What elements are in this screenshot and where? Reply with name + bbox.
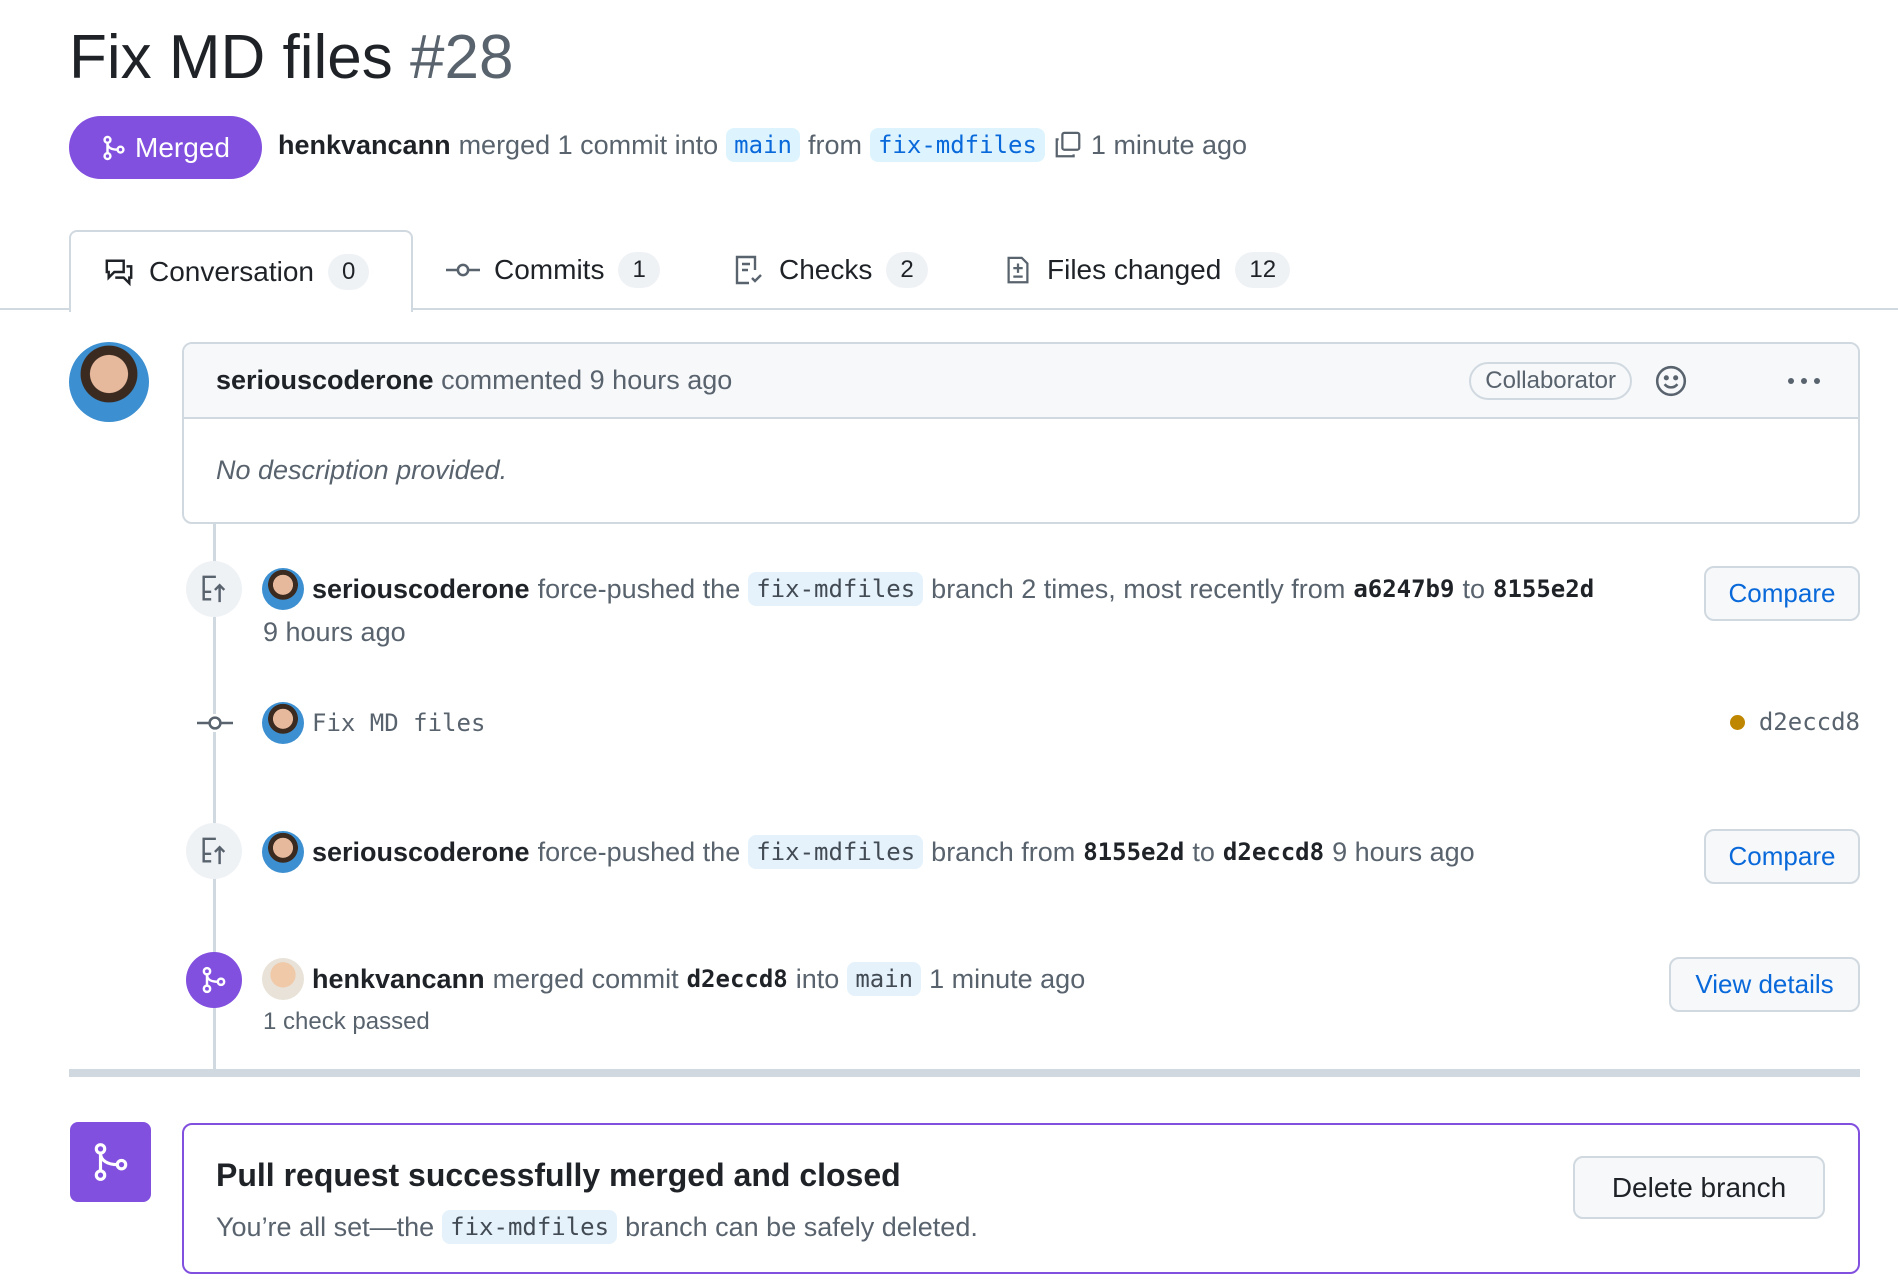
tab-commits[interactable]: Commits 1: [446, 230, 660, 310]
merged-box: Pull request successfully merged and clo…: [182, 1123, 1860, 1274]
author-link[interactable]: henkvancann: [278, 130, 451, 161]
pr-number: #28: [410, 23, 514, 92]
commit-message[interactable]: Fix MD files: [312, 709, 485, 737]
tab-conversation[interactable]: Conversation 0: [69, 230, 413, 312]
merge-event: henkvancann merged commit d2eccd8 into m…: [262, 958, 1085, 1000]
collaborator-badge: Collaborator: [1469, 361, 1632, 400]
base-branch[interactable]: main: [726, 128, 800, 162]
avatar[interactable]: [262, 568, 304, 610]
view-details-button[interactable]: View details: [1669, 957, 1860, 1012]
comment-body: No description provided.: [216, 455, 508, 485]
force-push-event: seriouscoderone force-pushed the fix-mdf…: [262, 568, 1594, 610]
merged-message: You’re all set—the fix-mdfiles branch ca…: [216, 1210, 978, 1244]
force-push-icon: [186, 561, 242, 617]
comment-box: seriouscoderone commented 9 hours ago Co…: [182, 342, 1860, 524]
avatar[interactable]: [69, 342, 149, 422]
pending-status-dot[interactable]: [1729, 714, 1745, 730]
avatar[interactable]: [262, 702, 304, 744]
commit-sha-row: d2eccd8: [1729, 708, 1860, 736]
commit-icon: [197, 714, 233, 732]
pr-meta: henkvancann merged 1 commit into main fr…: [278, 128, 1247, 162]
timeline-divider: [69, 1069, 1860, 1077]
commit-row: Fix MD files: [262, 702, 485, 744]
merge-icon: [103, 135, 125, 160]
merged-icon: [70, 1122, 151, 1202]
delete-branch-button[interactable]: Delete branch: [1573, 1156, 1825, 1219]
commit-icon: [446, 263, 480, 277]
force-push-icon: [186, 823, 242, 879]
checks-status: 1 check passed: [263, 1008, 430, 1035]
avatar[interactable]: [262, 831, 304, 873]
compare-button[interactable]: Compare: [1704, 566, 1860, 621]
avatar[interactable]: [262, 958, 304, 1000]
kebab-menu-icon[interactable]: [1786, 376, 1822, 386]
force-push-event: seriouscoderone force-pushed the fix-mdf…: [262, 831, 1475, 873]
status-badge: Merged: [69, 116, 262, 179]
merged-title: Pull request successfully merged and clo…: [216, 1157, 901, 1193]
checklist-icon: [735, 255, 762, 285]
file-diff-icon: [1007, 256, 1029, 284]
merged-icon: [186, 952, 242, 1008]
tab-bar: Conversation 0 Commits 1 Checks 2 Files cha…: [0, 230, 1898, 312]
comment-author[interactable]: seriouscoderone: [216, 365, 434, 396]
commit-sha[interactable]: d2eccd8: [1759, 708, 1860, 736]
smiley-icon[interactable]: [1654, 364, 1688, 398]
page-title: Fix MD files #28: [69, 23, 514, 92]
conversation-icon: [105, 259, 133, 287]
copy-icon[interactable]: [1053, 130, 1083, 160]
compare-button[interactable]: Compare: [1704, 829, 1860, 884]
head-branch[interactable]: fix-mdfiles: [869, 128, 1045, 162]
tab-checks[interactable]: Checks 2: [733, 230, 928, 310]
tab-files-changed[interactable]: Files changed 12: [1003, 230, 1291, 310]
